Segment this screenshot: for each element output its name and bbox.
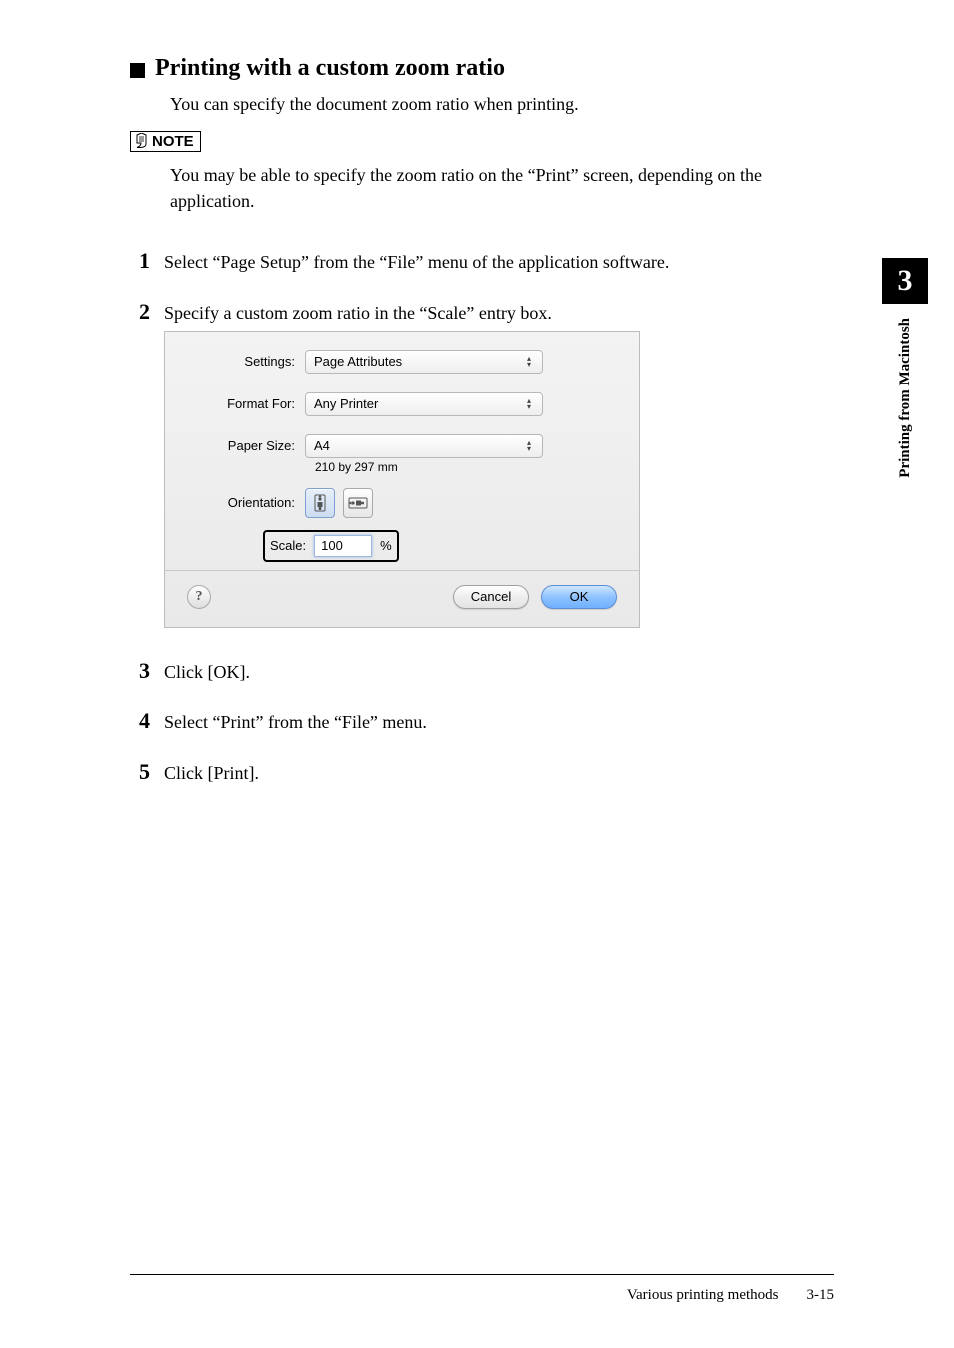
scale-value: 100: [321, 538, 343, 553]
footer-row: Various printing methods 3-15: [130, 1287, 834, 1304]
step-text: Select “Print” from the “File” menu.: [164, 708, 427, 734]
step-3: 3 Click [OK].: [130, 658, 834, 684]
select-arrows-icon: ▴▾: [524, 439, 534, 453]
format-for-select[interactable]: Any Printer ▴▾: [305, 392, 543, 416]
step-number: 5: [130, 759, 150, 785]
settings-label: Settings:: [187, 354, 305, 369]
footer-divider: [130, 1274, 834, 1275]
paper-size-row: Paper Size: A4 ▴▾: [187, 434, 617, 458]
select-arrows-icon: ▴▾: [524, 355, 534, 369]
format-for-label: Format For:: [187, 396, 305, 411]
document-page: 3 Printing from Macintosh Printing with …: [0, 0, 954, 1348]
ok-button[interactable]: OK: [541, 585, 617, 609]
step-text: Click [OK].: [164, 658, 250, 684]
chapter-tab: 3: [882, 258, 928, 304]
note-body: You may be able to specify the zoom rati…: [170, 162, 834, 214]
step-4: 4 Select “Print” from the “File” menu.: [130, 708, 834, 734]
step-text: Select “Page Setup” from the “File” menu…: [164, 248, 669, 274]
step-text: Click [Print].: [164, 759, 259, 785]
settings-value: Page Attributes: [314, 354, 402, 369]
note-label-box: NOTE: [130, 131, 201, 152]
intro-text: You can specify the document zoom ratio …: [170, 94, 834, 115]
step-2: 2 Specify a custom zoom ratio in the “Sc…: [130, 299, 834, 325]
dialog-footer-buttons: Cancel OK: [453, 585, 617, 609]
settings-row: Settings: Page Attributes ▴▾: [187, 350, 617, 374]
dialog-footer: ? Cancel OK: [187, 585, 617, 609]
ok-label: OK: [570, 589, 589, 604]
step-number: 3: [130, 658, 150, 684]
paper-size-label: Paper Size:: [187, 438, 305, 453]
page-setup-dialog-screenshot: Settings: Page Attributes ▴▾ Format For:…: [164, 331, 834, 628]
orientation-label: Orientation:: [187, 495, 305, 510]
footer-page-number: 3-15: [807, 1287, 835, 1304]
chapter-title-container: Printing from Macintosh: [882, 310, 928, 570]
heading-bullet-icon: [130, 63, 145, 78]
paper-size-value: A4: [314, 438, 330, 453]
page-footer: Various printing methods 3-15: [0, 1274, 954, 1304]
section-heading: Printing with a custom zoom ratio: [155, 55, 505, 82]
scale-row: Scale: 100 %: [187, 530, 617, 562]
orientation-buttons: [305, 488, 373, 518]
help-icon: ?: [196, 589, 203, 605]
help-button[interactable]: ?: [187, 585, 211, 609]
scale-label: Scale:: [270, 538, 306, 553]
orientation-row: Orientation:: [187, 488, 617, 518]
paper-size-dimensions: 210 by 297 mm: [315, 460, 617, 474]
step-text: Specify a custom zoom ratio in the “Scal…: [164, 299, 552, 325]
section-heading-row: Printing with a custom zoom ratio: [130, 55, 834, 82]
select-arrows-icon: ▴▾: [524, 397, 534, 411]
orientation-portrait-button[interactable]: [305, 488, 335, 518]
landscape-icon: [348, 495, 368, 511]
note-label-text: NOTE: [152, 133, 194, 150]
step-number: 2: [130, 299, 150, 325]
dialog-divider: [165, 570, 639, 571]
format-for-value: Any Printer: [314, 396, 378, 411]
note-icon: [135, 133, 148, 150]
cancel-label: Cancel: [471, 589, 511, 604]
page-setup-dialog: Settings: Page Attributes ▴▾ Format For:…: [164, 331, 640, 628]
format-for-row: Format For: Any Printer ▴▾: [187, 392, 617, 416]
scale-percent: %: [380, 538, 392, 553]
scale-input[interactable]: 100: [314, 535, 372, 557]
paper-size-select[interactable]: A4 ▴▾: [305, 434, 543, 458]
step-number: 4: [130, 708, 150, 734]
orientation-landscape-button[interactable]: [343, 488, 373, 518]
footer-section-title: Various printing methods: [627, 1287, 779, 1304]
chapter-number: 3: [898, 264, 913, 297]
scale-highlight: Scale: 100 %: [263, 530, 399, 562]
step-1: 1 Select “Page Setup” from the “File” me…: [130, 248, 834, 274]
portrait-icon: [312, 494, 328, 512]
settings-select[interactable]: Page Attributes ▴▾: [305, 350, 543, 374]
cancel-button[interactable]: Cancel: [453, 585, 529, 609]
chapter-title: Printing from Macintosh: [882, 310, 928, 570]
step-5: 5 Click [Print].: [130, 759, 834, 785]
step-number: 1: [130, 248, 150, 274]
